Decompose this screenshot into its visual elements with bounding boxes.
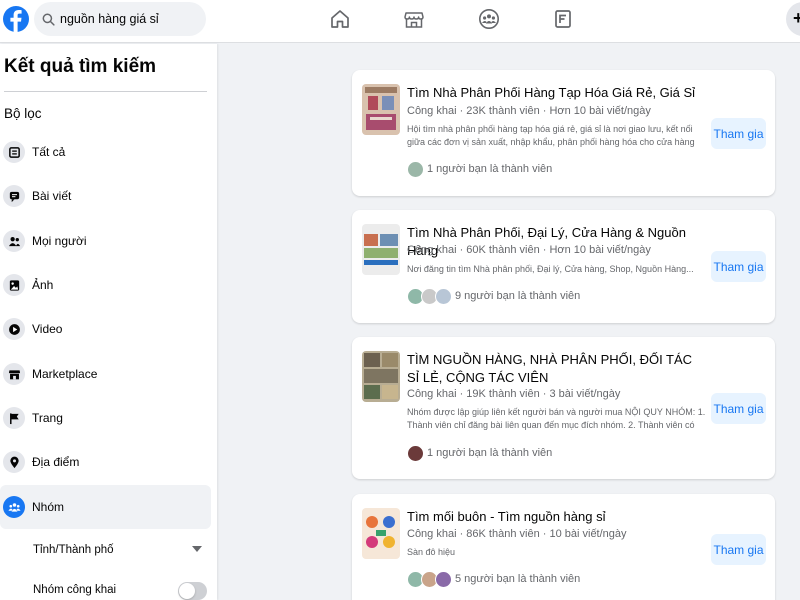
facebook-logo-icon[interactable]	[2, 2, 30, 36]
avatar	[435, 287, 452, 305]
group-description: Sàn đô hiệu	[407, 547, 456, 557]
sidebar-item-label: Tất cả	[32, 145, 66, 159]
mutual-friends: 9 người bạn là thành viên	[407, 286, 580, 306]
places-icon	[3, 451, 25, 473]
group-cover-image	[362, 84, 400, 135]
top-bar: +	[0, 0, 800, 43]
pages-icon	[3, 407, 25, 429]
friends-count: 9 người bạn là thành viên	[455, 290, 581, 302]
group-cover-image	[362, 351, 400, 402]
search-input[interactable]	[60, 12, 200, 26]
mutual-friends: 1 người bạn là thành viên	[407, 159, 552, 179]
group-title[interactable]: Tìm mối buôn - Tìm nguồn hàng sỉ	[407, 508, 707, 526]
group-title[interactable]: Tìm Nhà Phân Phối Hàng Tạp Hóa Giá Rẻ, G…	[407, 84, 707, 102]
friends-count: 1 người bạn là thành viên	[427, 447, 553, 459]
groups-icon	[3, 496, 25, 518]
city-filter-label[interactable]: Tỉnh/Thành phố	[33, 544, 114, 556]
sidebar-item-photos[interactable]: Ảnh	[0, 263, 211, 307]
mutual-friends: 5 người bạn là thành viên	[407, 569, 580, 589]
group-meta: Công khai · 60K thành viên · Hơn 10 bài …	[407, 244, 651, 256]
result-card[interactable]: Tìm mối buôn - Tìm nguồn hàng sỉ Công kh…	[352, 494, 775, 600]
sidebar-item-all[interactable]: Tất cả	[0, 130, 211, 174]
marketplace-icon	[3, 363, 25, 385]
mutual-friends: 1 người bạn là thành viên	[407, 443, 552, 463]
gaming-icon[interactable]	[552, 8, 574, 30]
sidebar-item-groups[interactable]: Nhóm	[0, 485, 211, 529]
friends-count: 5 người bạn là thành viên	[455, 573, 581, 585]
search-box[interactable]	[34, 2, 206, 36]
group-cover-image	[362, 224, 400, 275]
posts-icon	[3, 185, 25, 207]
sidebar-item-label: Video	[32, 322, 63, 336]
avatar	[435, 570, 452, 588]
avatar	[407, 444, 424, 462]
all-icon	[3, 141, 25, 163]
sidebar-item-videos[interactable]: Video	[0, 307, 211, 351]
photos-icon	[3, 274, 25, 296]
groups-icon[interactable]	[478, 8, 500, 30]
plus-icon: +	[793, 8, 800, 28]
sidebar-item-pages[interactable]: Trang	[0, 396, 211, 440]
public-groups-filter-label: Nhóm công khai	[33, 584, 117, 596]
chevron-down-icon[interactable]	[192, 546, 202, 552]
group-meta: Công khai · 86K thành viên · 10 bài viết…	[407, 528, 627, 540]
sidebar-item-label: Trang	[32, 411, 63, 425]
sidebar-item-label: Địa điểm	[32, 455, 80, 469]
sidebar-item-people[interactable]: Mọi người	[0, 219, 211, 263]
public-groups-toggle[interactable]	[178, 582, 207, 600]
filters-heading: Bộ lọc	[4, 106, 42, 121]
marketplace-icon[interactable]	[403, 8, 425, 30]
sidebar-item-label: Mọi người	[32, 234, 87, 248]
join-button[interactable]: Tham gia	[711, 118, 766, 149]
sidebar-item-label: Bài viết	[32, 189, 72, 203]
sidebar-item-label: Nhóm	[32, 500, 65, 514]
video-icon	[3, 318, 25, 340]
sidebar-item-label: Marketplace	[32, 367, 98, 381]
sidebar-item-label: Ảnh	[32, 278, 54, 292]
join-button[interactable]: Tham gia	[711, 393, 766, 424]
divider	[4, 91, 207, 92]
home-icon[interactable]	[329, 8, 351, 30]
avatar	[407, 160, 424, 178]
search-filters-sidebar: Kết quả tìm kiếm Bộ lọc Tất cả Bài viết …	[0, 44, 217, 600]
join-button[interactable]: Tham gia	[711, 534, 766, 565]
search-icon	[42, 13, 55, 26]
result-card[interactable]: Tìm Nhà Phân Phối, Đại Lý, Cửa Hàng & Ng…	[352, 210, 775, 323]
result-card[interactable]: TÌM NGUỒN HÀNG, NHÀ PHÂN PHỐI, ĐỐI TÁC S…	[352, 337, 775, 479]
group-title[interactable]: TÌM NGUỒN HÀNG, NHÀ PHÂN PHỐI, ĐỐI TÁC S…	[407, 351, 707, 387]
group-meta: Công khai · 23K thành viên · Hơn 10 bài …	[407, 105, 651, 117]
group-meta: Công khai · 19K thành viên · 3 bài viết/…	[407, 388, 621, 400]
people-icon	[3, 230, 25, 252]
group-description: Nhóm được lập giúp liên kết người bán và…	[407, 407, 706, 430]
page-title: Kết quả tìm kiếm	[4, 56, 157, 77]
group-description: Hội tìm nhà phân phối hàng tạp hóa giá r…	[407, 124, 695, 147]
group-cover-image	[362, 508, 400, 559]
sidebar-item-posts[interactable]: Bài viết	[0, 174, 211, 218]
friends-count: 1 người bạn là thành viên	[427, 163, 553, 175]
result-card[interactable]: Tìm Nhà Phân Phối Hàng Tạp Hóa Giá Rẻ, G…	[352, 70, 775, 196]
sidebar-item-marketplace[interactable]: Marketplace	[0, 352, 211, 396]
sidebar-item-places[interactable]: Địa điểm	[0, 440, 211, 484]
group-description: Nơi đăng tin tìm Nhà phân phối, Đại lý, …	[407, 264, 694, 274]
join-button[interactable]: Tham gia	[711, 251, 766, 282]
create-button[interactable]: +	[786, 2, 800, 36]
